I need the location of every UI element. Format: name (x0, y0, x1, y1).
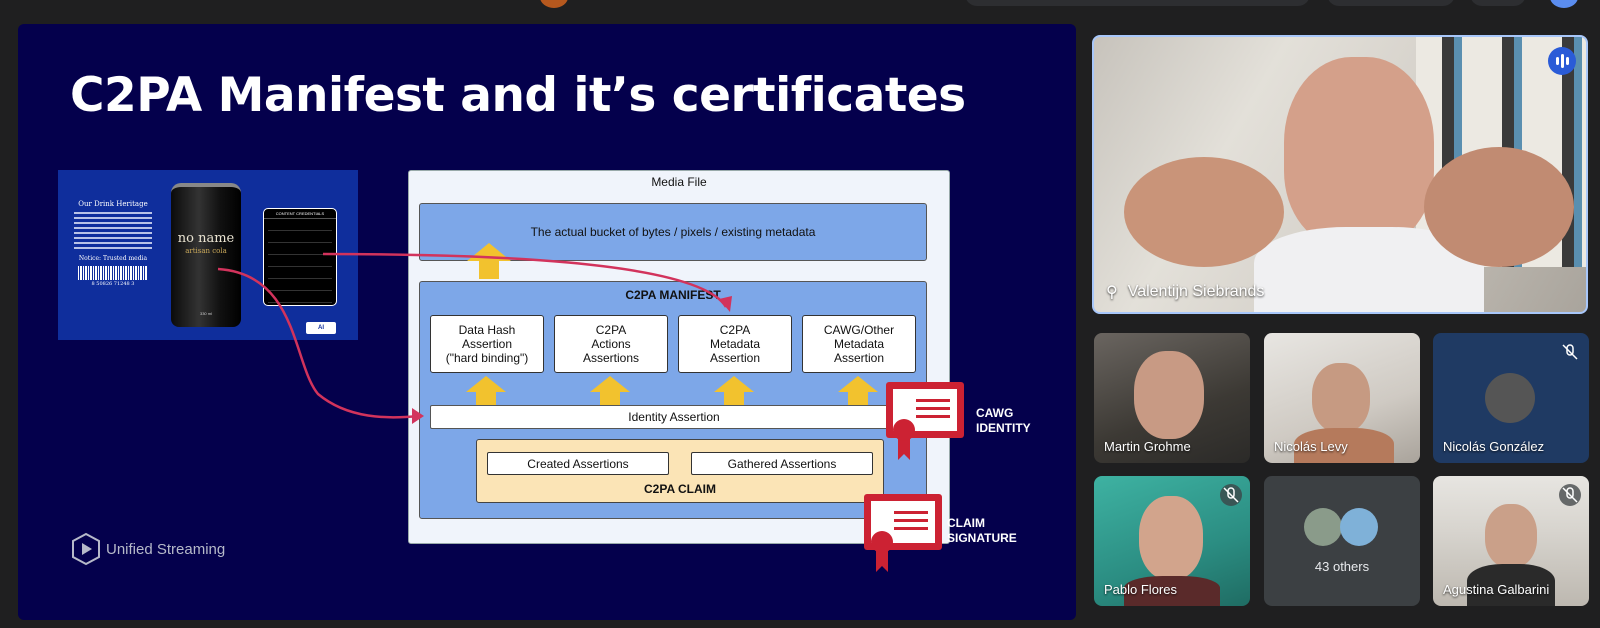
gathered-assertions: Gathered Assertions (691, 452, 873, 475)
assertion-arrows (466, 376, 878, 405)
assertion-data-hash: Data Hash Assertion ("hard binding") (430, 315, 544, 373)
participant-name: Agustina Galbarini (1443, 582, 1550, 597)
hand-right (1424, 147, 1574, 267)
participant-tile[interactable]: Nicolás Levy (1264, 333, 1420, 463)
claim-signature-label: CLAIM SIGNATURE (947, 516, 1017, 546)
heritage-panel: Our Drink Heritage Notice: Trusted media… (70, 200, 156, 312)
top-account-avatar[interactable] (1550, 0, 1578, 8)
heritage-title: Our Drink Heritage (78, 200, 148, 208)
barcode (78, 266, 148, 280)
certificate-icon (862, 492, 942, 574)
identity-assertion: Identity Assertion (430, 405, 918, 429)
arrow-up-icon (590, 376, 630, 405)
speaker-tile[interactable]: ⚲ Valentijn Siebrands (1092, 35, 1588, 314)
participant-tile[interactable]: Pablo Flores (1094, 476, 1250, 606)
assertion-c2pa-metadata: C2PA Metadata Assertion (678, 315, 792, 373)
ai-badge: AI (306, 322, 336, 334)
manifest-label: C2PA MANIFEST (625, 288, 721, 302)
mic-off-icon (1559, 484, 1581, 506)
heritage-text-lines (70, 212, 156, 249)
cert-line-1: CAWG (976, 406, 1014, 420)
product-image: Our Drink Heritage Notice: Trusted media… (58, 170, 358, 340)
hand-left (1124, 157, 1284, 267)
mic-off-icon (1559, 341, 1581, 363)
cawg-identity-label: CAWG IDENTITY (976, 406, 1031, 436)
can-name: no name (177, 231, 235, 246)
speaker-name: Valentijn Siebrands (1127, 283, 1265, 300)
content-credentials-card: CONTENT CREDENTIALS (263, 208, 337, 306)
top-control-pill-small[interactable] (1470, 0, 1526, 6)
participant-tile[interactable]: Martin Grohme (1094, 333, 1250, 463)
credentials-title: CONTENT CREDENTIALS (264, 209, 336, 219)
participant-tile[interactable]: Nicolás González (1433, 333, 1589, 463)
participant-face (1312, 363, 1370, 433)
slide-title: C2PA Manifest and it’s certificates (70, 68, 966, 123)
assertion-cawg-metadata: CAWG/Other Metadata Assertion (802, 315, 916, 373)
avatar (1304, 508, 1342, 546)
c2pa-diagram: Media File The actual bucket of bytes / … (408, 170, 950, 544)
participant-name: Nicolás Levy (1274, 439, 1348, 454)
cert-line-2: IDENTITY (976, 421, 1031, 435)
created-assertions: Created Assertions (487, 452, 669, 475)
participant-name: Nicolás González (1443, 439, 1545, 454)
top-search-pill[interactable] (965, 0, 1310, 6)
can-subtitle: artisan cola (185, 247, 227, 255)
participant-face (1134, 351, 1204, 439)
speaker-face (1284, 57, 1434, 247)
speaking-indicator-icon (1548, 47, 1576, 75)
heritage-notice: Notice: Trusted media (78, 255, 148, 262)
participant-name: Pablo Flores (1104, 582, 1177, 597)
arrow-up-icon (838, 376, 878, 405)
mic-off-icon (1220, 484, 1242, 506)
speaker-name-row: ⚲ Valentijn Siebrands (1106, 282, 1264, 302)
assertion-c2pa-actions: C2PA Actions Assertions (554, 315, 668, 373)
arrow-up-icon (714, 376, 754, 405)
c2pa-claim-box: Created Assertions Gathered Assertions C… (476, 439, 884, 503)
logo-text: Unified Streaming (106, 540, 226, 558)
cola-can: no name artisan cola 330 ml (171, 183, 241, 327)
avatar (1340, 508, 1378, 546)
hexagon-play-icon (72, 532, 100, 566)
certificate-icon (884, 380, 964, 462)
top-control-pill[interactable] (1327, 0, 1455, 6)
claim-label: C2PA CLAIM (644, 482, 716, 496)
arrow-to-bytes-icon (467, 243, 511, 279)
can-volume: 330 ml (199, 311, 212, 316)
top-control-bar (0, 0, 1600, 12)
barcode-number: 8 50826 71248 3 (91, 281, 135, 287)
avatar (1485, 373, 1535, 423)
cert-line-1: CLAIM (947, 516, 985, 530)
cert-line-2: SIGNATURE (947, 531, 1017, 545)
c2pa-manifest-box: C2PA MANIFEST Data Hash Assertion ("hard… (419, 281, 927, 519)
unified-streaming-logo: Unified Streaming (70, 532, 225, 566)
pin-icon[interactable]: ⚲ (1106, 282, 1118, 302)
others-tile[interactable]: 43 others (1264, 476, 1420, 606)
top-avatar[interactable] (540, 0, 568, 8)
participant-tile[interactable]: Agustina Galbarini (1433, 476, 1589, 606)
participant-name: Martin Grohme (1104, 439, 1191, 454)
presentation-slide: C2PA Manifest and it’s certificates Our … (18, 24, 1076, 620)
arrow-up-icon (466, 376, 506, 405)
others-count: 43 others (1314, 559, 1370, 574)
participant-face (1139, 496, 1203, 580)
participant-face (1485, 504, 1537, 568)
